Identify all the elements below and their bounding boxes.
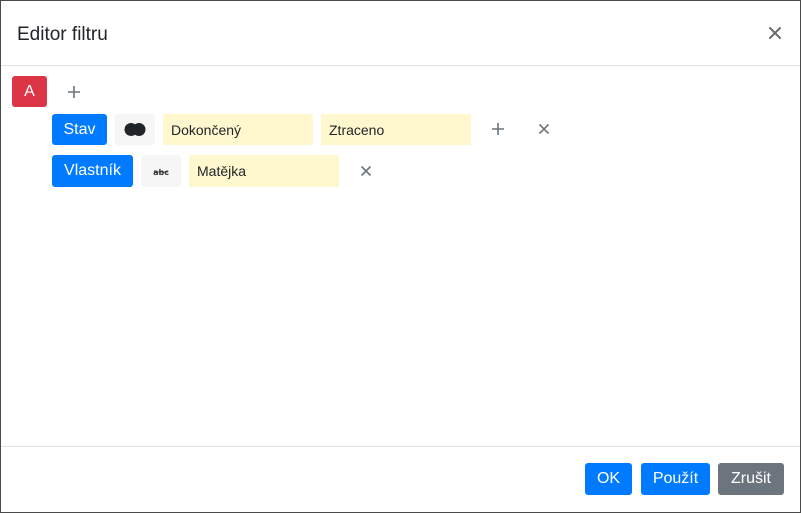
cancel-button[interactable]: Zrušit: [718, 463, 784, 495]
two-circles-icon: [124, 123, 146, 136]
abc-text-match-icon: abc: [153, 168, 169, 177]
plus-icon: [68, 86, 80, 98]
dialog-title: Editor filtru: [17, 24, 108, 45]
close-icon: [360, 165, 372, 177]
rule-field-button-vlastnik[interactable]: Vlastník: [52, 155, 133, 187]
footer-divider: [1, 446, 800, 447]
close-icon-glyph: [769, 27, 781, 39]
apply-button[interactable]: Použít: [641, 463, 710, 495]
svg-text:abc: abc: [153, 168, 169, 177]
close-icon: [538, 123, 550, 135]
add-value-plus-icon[interactable]: [488, 119, 508, 139]
rule-value-input[interactable]: [163, 114, 313, 145]
dialog-header: Editor filtru: [1, 1, 800, 66]
remove-rule-close-icon[interactable]: [534, 119, 554, 139]
filter-editor-dialog: Editor filtru A Stav Vlastník: [0, 0, 801, 513]
rule-value-input[interactable]: [321, 114, 471, 145]
ok-button[interactable]: OK: [585, 463, 632, 495]
rule-operator-button[interactable]: [115, 114, 155, 145]
rule-operator-button[interactable]: abc: [141, 155, 181, 187]
close-icon[interactable]: [765, 23, 785, 43]
add-rule-plus-icon[interactable]: [64, 82, 84, 102]
remove-rule-close-icon[interactable]: [356, 161, 376, 181]
rule-field-button-stav[interactable]: Stav: [52, 114, 107, 145]
plus-icon: [492, 123, 504, 135]
rule-value-input[interactable]: [189, 155, 339, 187]
group-operator-button[interactable]: A: [12, 76, 47, 107]
